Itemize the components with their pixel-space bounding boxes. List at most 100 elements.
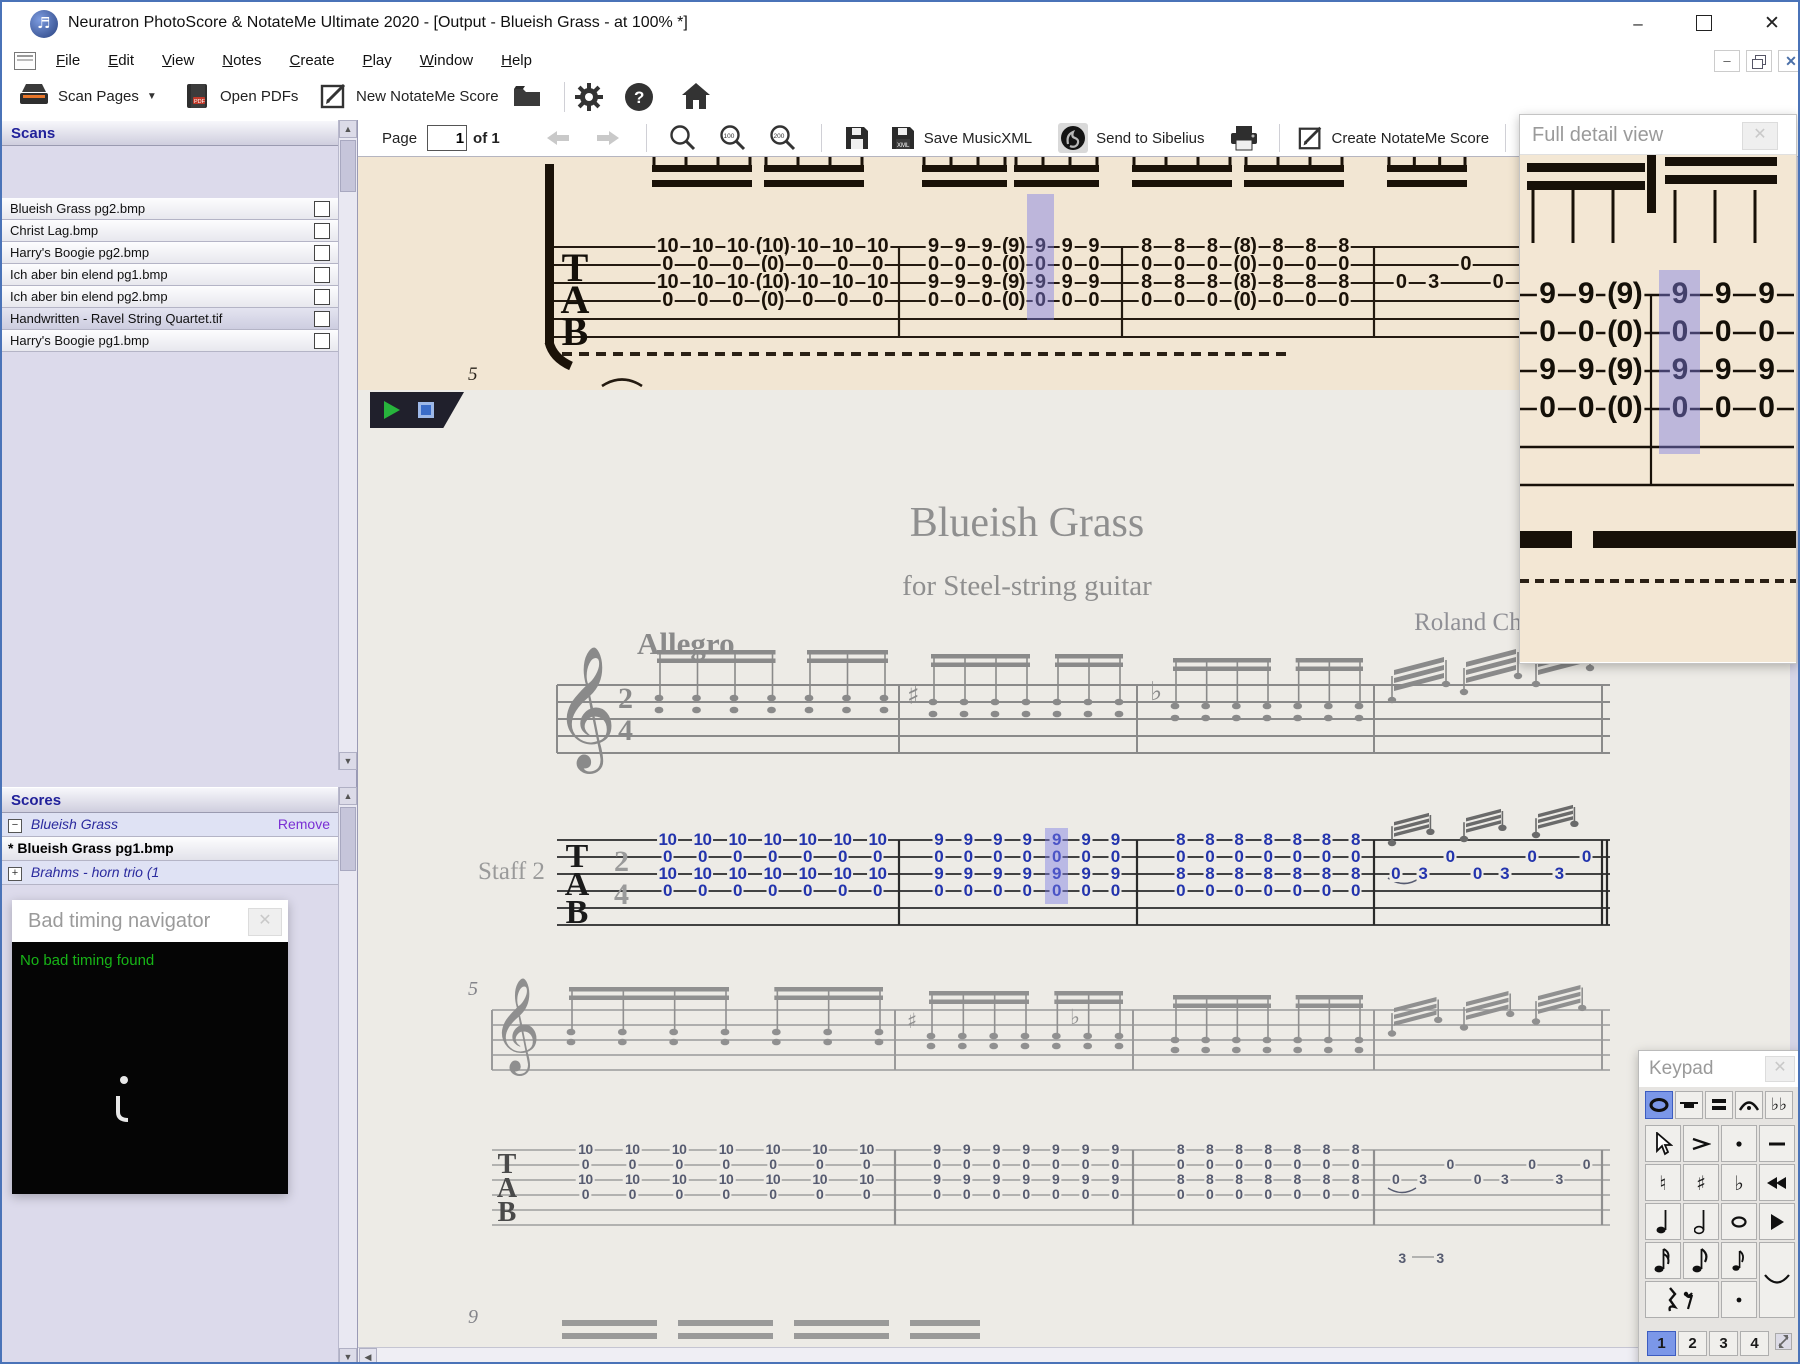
keypad-tab-barlines[interactable] (1705, 1091, 1733, 1119)
keypad-tab-fermata[interactable] (1735, 1091, 1763, 1119)
home-button[interactable] (680, 81, 712, 116)
keypad-natural-button[interactable]: ♮ (1645, 1164, 1681, 1201)
maximize-button[interactable] (1682, 12, 1726, 38)
menu-view[interactable]: View (162, 46, 194, 76)
bad-timing-header[interactable]: Bad timing navigator ✕ (12, 900, 288, 942)
scan-checkbox[interactable] (314, 333, 330, 349)
scan-pages-button[interactable]: Scan Pages ▼ (18, 82, 157, 110)
keypad-rests-button[interactable] (1645, 1281, 1719, 1318)
mdi-restore-button[interactable] (1746, 50, 1772, 72)
mdi-minimize-button[interactable]: ‒ (1714, 50, 1740, 72)
zoom-200-icon[interactable]: 200 (769, 124, 797, 152)
stop-icon[interactable] (416, 400, 436, 420)
scroll-down-icon[interactable]: ▼ (339, 1348, 357, 1362)
scan-checkbox[interactable] (314, 289, 330, 305)
scan-list-item[interactable]: Ich aber bin elend pg1.bmp (2, 264, 338, 286)
keypad-flat-button[interactable]: ♭ (1721, 1164, 1757, 1201)
scan-list-item[interactable]: Ich aber bin elend pg2.bmp (2, 286, 338, 308)
scan-list-item[interactable]: Christ Lag.bmp (2, 220, 338, 242)
keypad-cursor-button[interactable] (1645, 1125, 1681, 1162)
keypad-page-2[interactable]: 2 (1678, 1331, 1707, 1356)
keypad-tie-button[interactable] (1759, 1242, 1795, 1318)
scan-checkbox[interactable] (314, 223, 330, 239)
send-to-sibelius-button[interactable]: Send to Sibelius (1058, 123, 1205, 153)
scan-checkbox[interactable] (314, 201, 330, 217)
svg-text:100: 100 (723, 133, 734, 140)
scan-checkbox[interactable] (314, 245, 330, 261)
menu-create[interactable]: Create (290, 46, 335, 76)
help-button[interactable]: ? (624, 82, 654, 117)
open-folder-button[interactable] (512, 83, 542, 114)
keypad-whole-note-button[interactable] (1721, 1203, 1757, 1240)
keypad-half-note-button[interactable] (1683, 1203, 1719, 1240)
close-button[interactable]: ✕ (1750, 12, 1794, 38)
keypad-header[interactable]: Keypad ✕ (1639, 1051, 1798, 1087)
zoom-100-icon[interactable]: 100 (719, 124, 747, 152)
save-icon[interactable] (844, 125, 870, 151)
keypad-tab-whole-note[interactable] (1645, 1091, 1673, 1119)
scans-scrollbar-thumb[interactable] (340, 140, 356, 192)
keypad-resize-grip[interactable] (1775, 1333, 1792, 1350)
score-item-blueish-grass[interactable]: − Blueish Grass Remove (2, 813, 338, 837)
minimize-button[interactable]: ‒ (1616, 12, 1660, 38)
menu-notes[interactable]: Notes (222, 46, 261, 76)
create-notateme-button[interactable]: Create NotateMe Score (1298, 125, 1489, 151)
new-notateme-button[interactable]: New NotateMe Score (320, 82, 499, 110)
score-item-page1[interactable]: * Blueish Grass pg1.bmp (2, 837, 338, 861)
menu-window[interactable]: Window (420, 46, 473, 76)
menu-play[interactable]: Play (363, 46, 392, 76)
scores-scrollbar-thumb[interactable] (340, 807, 356, 871)
keypad-sharp-button[interactable]: ♯ (1683, 1164, 1719, 1201)
scan-checkbox[interactable] (314, 267, 330, 283)
full-detail-header[interactable]: Full detail view ✕ (1520, 115, 1796, 155)
keypad-tenuto-button[interactable] (1759, 1125, 1795, 1162)
scan-list-item[interactable]: Harry's Boogie pg2.bmp (2, 242, 338, 264)
scans-scrollbar[interactable]: ▲ ▼ (338, 120, 357, 770)
keypad-page-4[interactable]: 4 (1740, 1331, 1769, 1356)
menu-help[interactable]: Help (501, 46, 532, 76)
keypad-accent-button[interactable] (1683, 1125, 1719, 1162)
next-page-icon[interactable] (594, 128, 620, 148)
keypad-dot-button[interactable] (1721, 1281, 1757, 1318)
keypad-sixteenth-note-button[interactable] (1645, 1242, 1681, 1279)
keypad-page-3[interactable]: 3 (1709, 1331, 1738, 1356)
keypad-eighth-note-button[interactable] (1683, 1242, 1719, 1279)
zoom-icon[interactable] (669, 124, 697, 152)
scan-list-item[interactable]: Handwritten - Ravel String Quartet.tif (2, 308, 338, 330)
scan-list-item[interactable]: Blueish Grass pg2.bmp (2, 198, 338, 220)
close-icon[interactable]: ✕ (248, 908, 282, 936)
scroll-left-icon[interactable]: ◀ (359, 1348, 377, 1362)
close-icon[interactable]: ✕ (1765, 1056, 1795, 1082)
scores-scrollbar[interactable]: ▲ ▼ (338, 787, 357, 1362)
close-icon[interactable]: ✕ (1742, 122, 1778, 150)
menu-file[interactable]: File (56, 46, 80, 76)
remove-link[interactable]: Remove (278, 813, 330, 836)
page-number-input[interactable] (427, 125, 468, 151)
print-icon[interactable] (1229, 125, 1259, 151)
collapse-icon[interactable]: − (8, 819, 22, 833)
scan-checkbox[interactable] (314, 311, 330, 327)
scroll-up-icon[interactable]: ▲ (339, 120, 357, 138)
save-musicxml-button[interactable]: XML Save MusicXML (890, 125, 1032, 151)
keypad-eighth-note-small-button[interactable] (1721, 1242, 1757, 1279)
keypad-play-button[interactable] (1759, 1203, 1795, 1240)
settings-button[interactable] (574, 82, 604, 117)
previous-page-icon[interactable] (546, 128, 572, 148)
scroll-down-icon[interactable]: ▼ (339, 752, 357, 770)
menu-edit[interactable]: Edit (108, 46, 134, 76)
scroll-up-icon[interactable]: ▲ (339, 787, 357, 805)
open-pdfs-button[interactable]: PDF Open PDFs (184, 82, 298, 110)
keypad-page-1[interactable]: 1 (1647, 1331, 1676, 1356)
scan-list-item[interactable]: Harry's Boogie pg1.bmp (2, 330, 338, 352)
keypad-rewind-button[interactable] (1759, 1164, 1795, 1201)
horizontal-scrollbar[interactable]: ◀ (358, 1347, 1798, 1362)
keypad-tab-rests[interactable] (1675, 1091, 1703, 1119)
keypad-quarter-note-button[interactable] (1645, 1203, 1681, 1240)
keypad-tab-accidentals[interactable]: ♭♭ (1765, 1091, 1793, 1119)
score-item-brahms[interactable]: + Brahms - horn trio (1 (2, 861, 338, 885)
expand-icon[interactable]: + (8, 867, 22, 881)
play-icon[interactable] (380, 399, 402, 421)
keypad-staccato-button[interactable] (1721, 1125, 1757, 1162)
mdi-close-button[interactable]: ✕ (1778, 50, 1798, 72)
scans-panel-header: Scans (2, 120, 338, 146)
